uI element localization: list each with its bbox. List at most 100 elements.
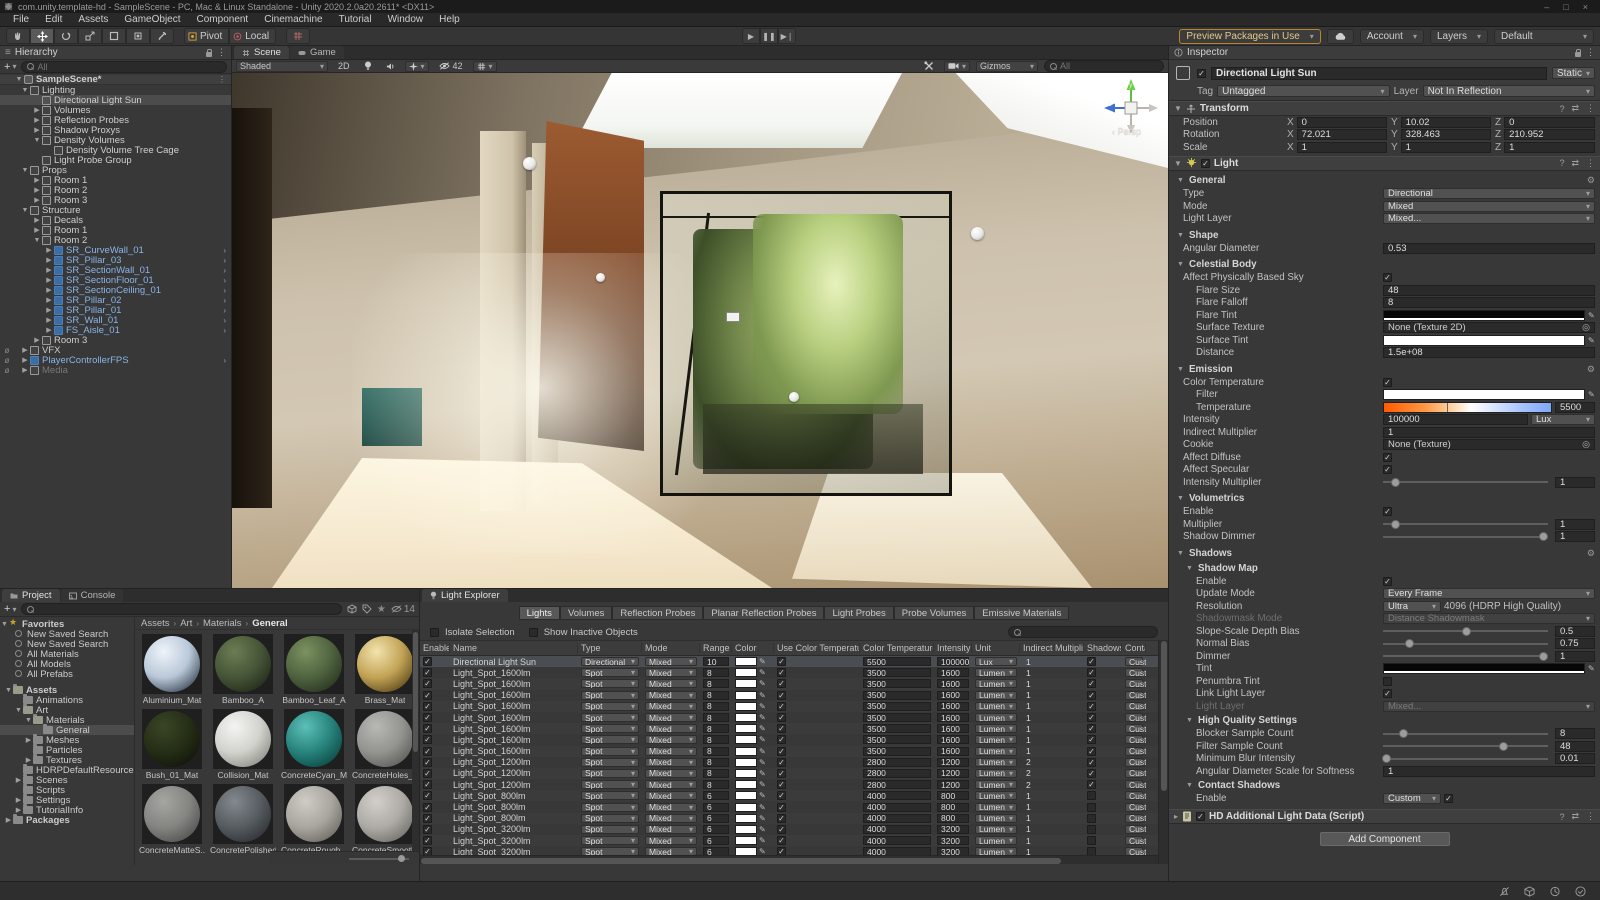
shadows-checkbox[interactable] [1087,735,1096,745]
foldout-arrow-icon[interactable]: ▼ [32,237,42,244]
color-swatch[interactable] [735,836,757,846]
enabled-checkbox[interactable] [423,813,432,823]
le-tab-light-probes[interactable]: Light Probes [824,606,894,620]
slider-value-field[interactable]: 0.01 [1555,753,1595,765]
enabled-checkbox[interactable] [423,768,432,778]
unit-dropdown[interactable]: Lumen ▾ [975,735,1017,745]
hierarchy-item-fs-aisle-01[interactable]: ▶ FS_Aisle_01 › [0,325,231,336]
prefab-open-chevron-icon[interactable]: › [223,296,229,305]
resolution-dropdown[interactable]: Ultra ▾ [1383,600,1441,612]
color-swatch[interactable] [735,791,757,801]
hierarchy-item-shadow-proxys[interactable]: ▶ Shadow Proxys [0,125,231,136]
active-checkbox[interactable] [1197,68,1206,78]
mode-dropdown[interactable]: Mixed ▾ [645,690,697,700]
mode-dropdown[interactable]: Mixed ▾ [645,824,697,834]
column-header-unit[interactable]: Unit [972,643,1020,653]
unit-dropdown[interactable]: Lumen ▾ [975,668,1017,678]
column-header-intensity[interactable]: Intensity [934,643,972,653]
hierarchy-item-directional-light-sun[interactable]: Directional Light Sun [0,95,231,106]
color-swatch[interactable] [735,657,757,667]
foldout-arrow-icon[interactable]: ▼ [20,207,30,214]
light-row-light-spot-1200lm[interactable]: Light_Spot_1200lm Spot▾ Mixed▾ 8 ✎ 2800 1200 Lu… [420,779,1158,791]
scene-viewport[interactable]: y z ‹ Persp [232,73,1168,588]
component-enabled-checkbox[interactable] [1200,158,1210,168]
eyedropper-icon[interactable]: ✎ [759,668,766,677]
project-search-input[interactable] [37,604,336,614]
component-enabled-checkbox[interactable] [1196,812,1206,821]
hierarchy-item-structure[interactable]: ▼ Structure [0,205,231,216]
isolate-selection-checkbox[interactable] [430,627,439,637]
use-color-temperature-checkbox[interactable] [777,746,786,756]
saved-search-item[interactable]: New Saved Search [0,629,134,640]
color-swatch[interactable] [1383,389,1585,401]
eyedropper-icon[interactable]: ✎ [759,691,766,700]
color-swatch[interactable] [1383,309,1585,321]
hierarchy-item-sr-sectionceiling-01[interactable]: ▶ SR_SectionCeiling_01 › [0,285,231,296]
persp-label[interactable]: ‹ Persp [1112,126,1141,136]
menu-item-window[interactable]: Window [381,13,431,26]
menu-item-edit[interactable]: Edit [38,13,69,26]
eyedropper-icon[interactable]: ✎ [1588,336,1595,345]
progress-check-icon[interactable] [1575,885,1586,897]
hierarchy-item-vfx[interactable]: ø ▶ VFX [0,345,231,356]
color-swatch[interactable] [735,813,757,823]
checkbox[interactable] [1383,689,1392,699]
local-toggle[interactable]: Local [229,28,277,44]
material-tile[interactable]: Aluminium_Mat [139,634,205,705]
prefab-open-chevron-icon[interactable]: › [223,326,229,335]
column-header-indirect-multiplier[interactable]: Indirect Multiplier [1020,643,1084,653]
color-swatch[interactable] [735,780,757,790]
contact-shadows-dropdown[interactable]: Cust [1125,701,1146,711]
kebab-menu-icon[interactable]: ⋮ [1586,103,1595,114]
presets-icon[interactable]: ⇄ [1571,158,1579,169]
mode-dropdown[interactable]: Mixed ▾ [645,768,697,778]
unit-dropdown[interactable]: Lumen ▾ [975,701,1017,711]
use-color-temperature-checkbox[interactable] [777,701,786,711]
scene-search-input[interactable] [1060,61,1158,71]
folder-materials[interactable]: ▼ Materials [0,714,134,726]
eyedropper-icon[interactable]: ✎ [759,791,766,800]
menu-item-gameobject[interactable]: GameObject [117,13,187,26]
shadows-checkbox[interactable] [1087,780,1096,790]
contact-shadows-dropdown[interactable]: Cust [1125,690,1146,700]
breadcrumb-segment[interactable]: Materials [203,618,242,629]
advanced-settings-gear-icon[interactable]: ⚙ [1587,548,1595,559]
color-swatch[interactable] [1383,334,1585,346]
material-tile[interactable]: Brass_Mat [352,634,418,705]
eyedropper-icon[interactable]: ✎ [759,836,766,845]
light-explorer-search[interactable] [1008,626,1158,638]
shadows-checkbox[interactable] [1087,746,1096,756]
foldout-arrow-icon[interactable]: ▶ [44,256,54,264]
light-explorer-tab[interactable]: Light Explorer [422,589,508,602]
shadows-checkbox[interactable] [1087,802,1096,812]
layers-dropdown[interactable]: Layers ▾ [1429,28,1488,44]
section-high-quality-settings[interactable]: ▼ High Quality Settings [1169,714,1600,728]
menu-item-help[interactable]: Help [432,13,467,26]
type-dropdown[interactable]: Spot ▾ [581,713,639,723]
light-row-light-spot-1600lm[interactable]: Light_Spot_1600lm Spot▾ Mixed▾ 8 ✎ 3500 1600 Lu… [420,711,1158,724]
enabled-checkbox[interactable] [423,657,432,667]
hierarchy-item-density-volume-tree-cage[interactable]: Density Volume Tree Cage [0,145,231,156]
shadows-checkbox[interactable] [1087,679,1096,689]
contact-shadows-dropdown[interactable]: Cust [1125,679,1146,689]
breadcrumb[interactable]: Assets › Art › Materials › General [135,617,419,630]
scene-visibility-toggle[interactable]: 42 [435,61,467,72]
color-temperature-field[interactable]: 3500 [863,668,931,678]
type-dropdown[interactable]: Spot ▾ [581,824,639,834]
light-row-light-spot-1600lm[interactable]: Light_Spot_1600lm Spot▾ Mixed▾ 8 ✎ 3500 1600 Lu… [420,689,1158,701]
range-field[interactable]: 8 [703,780,729,790]
mode-dropdown[interactable]: Mixed ▾ [645,724,697,734]
eyedropper-icon[interactable]: ✎ [759,758,766,767]
section-shadow-map[interactable]: ▼ Shadow Map [1169,561,1600,575]
gizmos-dropdown[interactable]: Gizmos ▾ [976,60,1038,72]
le-tab-emissive-materials[interactable]: Emissive Materials [974,606,1070,620]
indirect-multiplier-field[interactable]: 1 [1023,735,1081,744]
material-tile[interactable]: ConcreteRough_... [281,784,347,855]
custom-level-dropdown[interactable]: Custom ▾ [1383,793,1441,805]
folder-packages[interactable]: ▶ Packages [0,814,134,826]
type-dropdown[interactable]: Spot ▾ [581,757,639,767]
value-field[interactable]: 0.53 [1383,242,1595,254]
intensity-field[interactable]: 100000 [1383,414,1528,426]
light-explorer-search-input[interactable] [1024,627,1152,637]
color-temperature-field[interactable]: 5500 [863,657,931,667]
